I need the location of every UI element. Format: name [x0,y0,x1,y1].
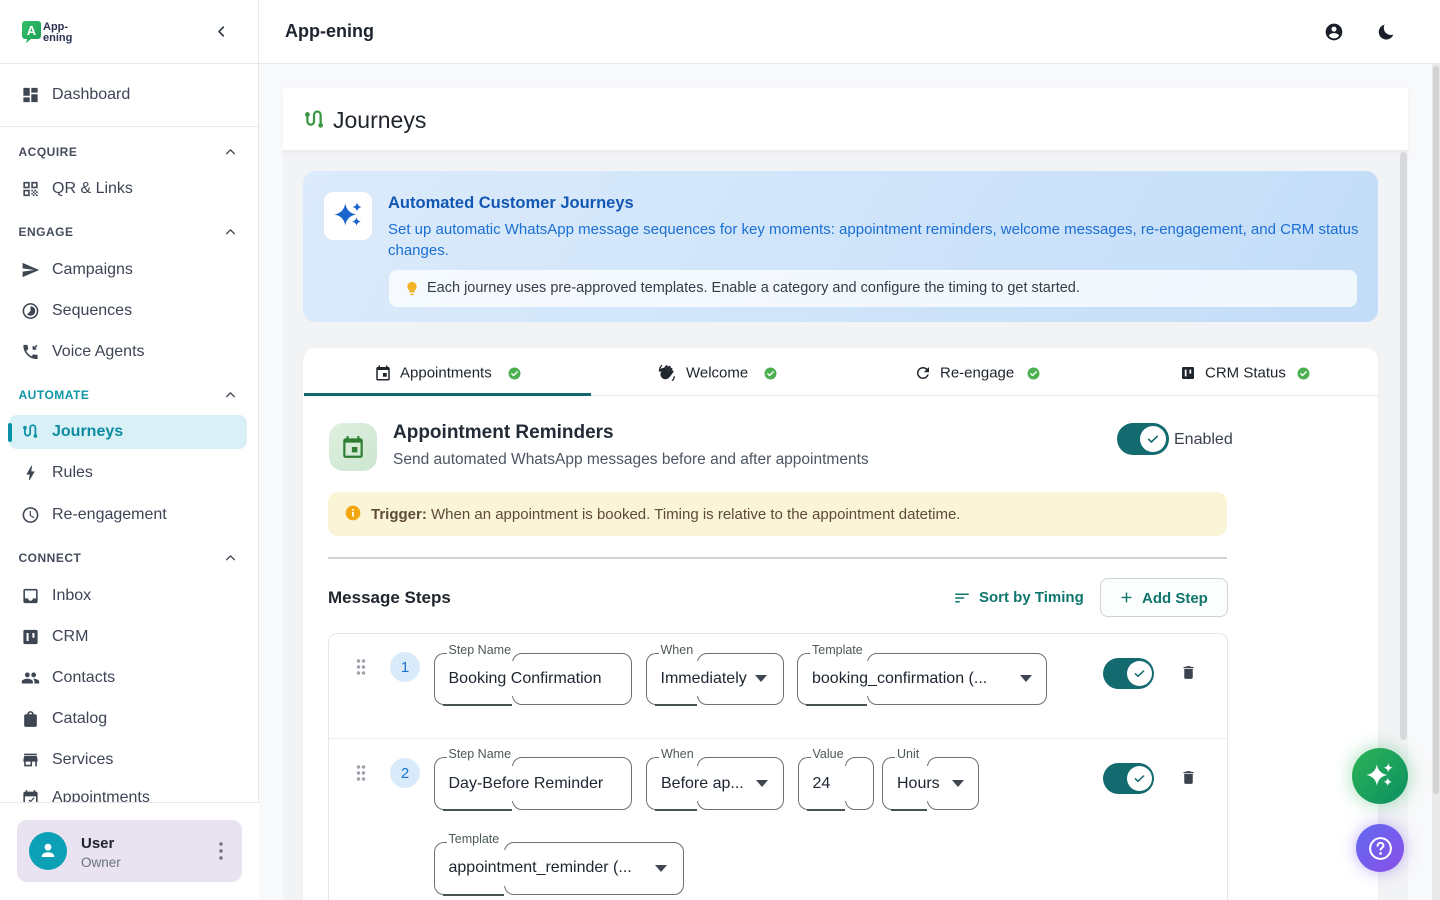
svg-text:A: A [27,23,37,38]
